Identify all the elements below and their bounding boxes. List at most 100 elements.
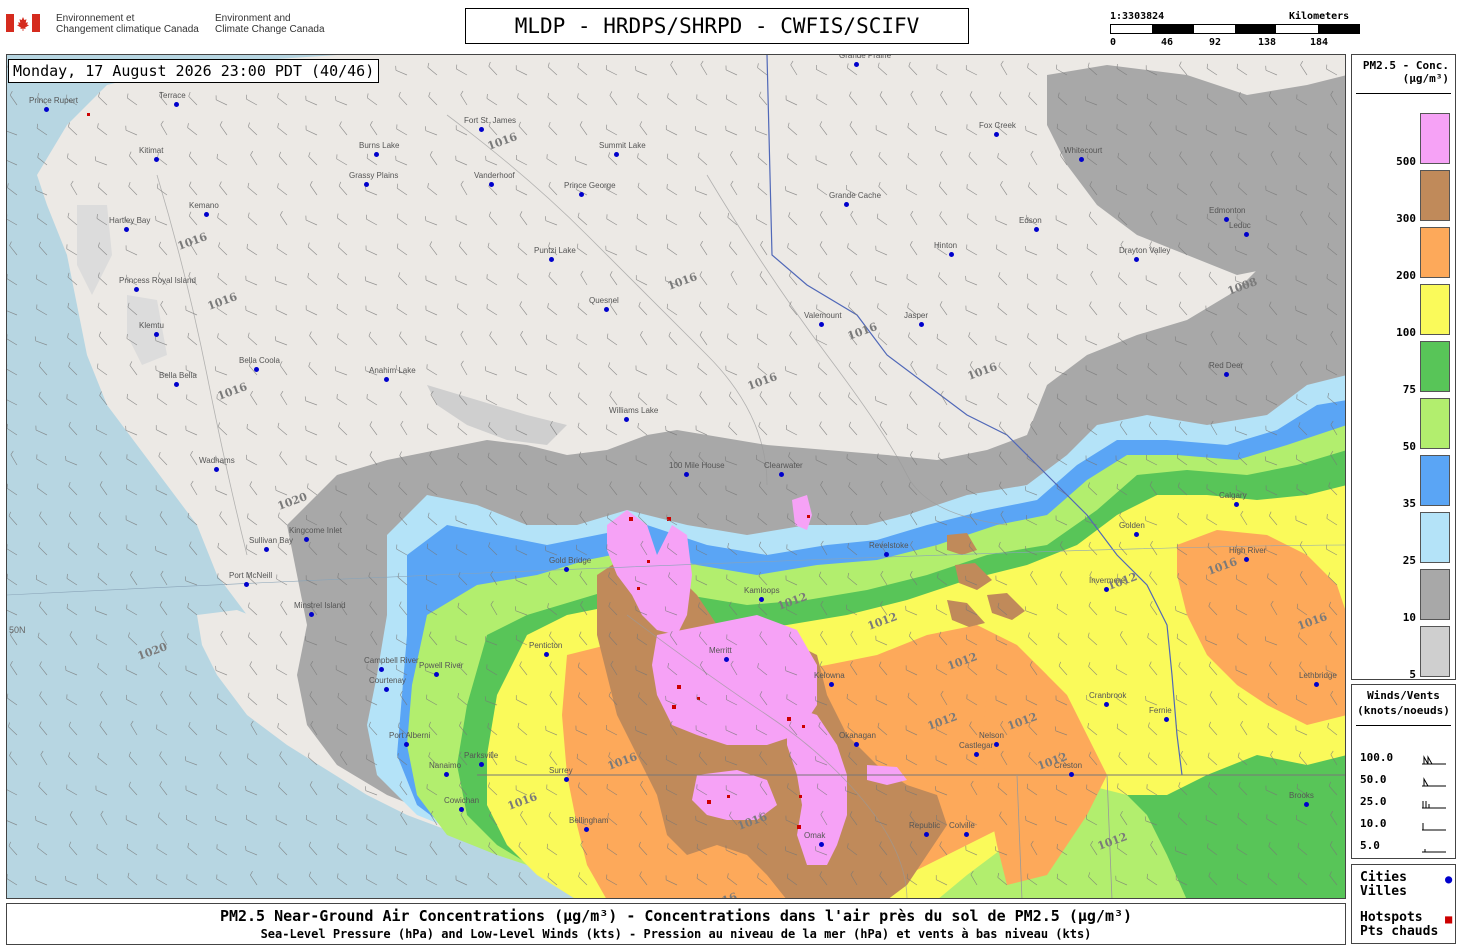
city-marker[interactable] bbox=[549, 257, 554, 262]
city-labels: Prince Rupert Terrace Kitimat Kemano Hartley… bbox=[7, 54, 1345, 898]
city-label: Kamloops bbox=[744, 586, 780, 595]
city-marker[interactable] bbox=[1104, 702, 1109, 707]
city-marker[interactable] bbox=[724, 657, 729, 662]
city-marker[interactable] bbox=[759, 597, 764, 602]
city-marker[interactable] bbox=[214, 467, 219, 472]
city-marker[interactable] bbox=[994, 132, 999, 137]
city-marker[interactable] bbox=[964, 832, 969, 837]
city-marker[interactable] bbox=[309, 612, 314, 617]
city-label: Clearwater bbox=[764, 461, 803, 470]
city-marker[interactable] bbox=[544, 652, 549, 657]
city-label: Campbell River bbox=[364, 656, 419, 665]
city-marker[interactable] bbox=[819, 322, 824, 327]
city-label: Powell River bbox=[419, 661, 464, 670]
city-marker[interactable] bbox=[974, 752, 979, 757]
city-marker[interactable] bbox=[154, 157, 159, 162]
city-marker[interactable] bbox=[244, 582, 249, 587]
city-marker[interactable] bbox=[404, 742, 409, 747]
city-marker[interactable] bbox=[854, 62, 859, 67]
city-marker[interactable] bbox=[1134, 532, 1139, 537]
city-label: Puntzi Lake bbox=[534, 246, 576, 255]
city-marker[interactable] bbox=[919, 322, 924, 327]
city-marker[interactable] bbox=[884, 552, 889, 557]
city-label: Fox Creek bbox=[979, 121, 1016, 130]
city-marker[interactable] bbox=[174, 382, 179, 387]
city-marker[interactable] bbox=[949, 252, 954, 257]
city-marker[interactable] bbox=[1234, 502, 1239, 507]
city-marker[interactable] bbox=[1304, 802, 1309, 807]
city-label: Kingcome Inlet bbox=[289, 526, 342, 535]
city-marker[interactable] bbox=[459, 807, 464, 812]
city-marker[interactable] bbox=[1244, 557, 1249, 562]
city-marker[interactable] bbox=[124, 227, 129, 232]
city-label: Grande Prairie bbox=[839, 54, 892, 60]
city-marker[interactable] bbox=[384, 687, 389, 692]
legend-swatch bbox=[1420, 170, 1450, 221]
city-marker[interactable] bbox=[174, 102, 179, 107]
city-marker[interactable] bbox=[374, 152, 379, 157]
city-marker[interactable] bbox=[154, 332, 159, 337]
city-marker[interactable] bbox=[844, 202, 849, 207]
city-marker[interactable] bbox=[624, 417, 629, 422]
city-label: Fernie bbox=[1149, 706, 1172, 715]
city-marker[interactable] bbox=[1069, 772, 1074, 777]
city-marker[interactable] bbox=[384, 377, 389, 382]
city-marker[interactable] bbox=[1314, 682, 1319, 687]
city-marker[interactable] bbox=[564, 777, 569, 782]
city-marker[interactable] bbox=[204, 212, 209, 217]
isobar-label: 1016 bbox=[215, 380, 249, 403]
city-marker[interactable] bbox=[604, 307, 609, 312]
legend-swatch bbox=[1420, 227, 1450, 278]
city-marker[interactable] bbox=[614, 152, 619, 157]
city-label: Drayton Valley bbox=[1119, 246, 1171, 255]
isobar-label: 1012 bbox=[1105, 570, 1139, 593]
legend-bin-label: 75 bbox=[1402, 383, 1416, 396]
legend-bin-label: 200 bbox=[1396, 269, 1416, 282]
city-marker[interactable] bbox=[819, 842, 824, 847]
agency-name-en: Environment and Climate Change Canada bbox=[215, 13, 325, 35]
city-marker[interactable] bbox=[364, 182, 369, 187]
legend-bin-label: 10 bbox=[1402, 611, 1416, 624]
city-marker[interactable] bbox=[44, 107, 49, 112]
city-marker[interactable] bbox=[134, 287, 139, 292]
city-label: Grassy Plains bbox=[349, 171, 399, 180]
isobar-label: 1020 bbox=[275, 490, 309, 513]
city-marker[interactable] bbox=[1164, 717, 1169, 722]
city-marker[interactable] bbox=[434, 672, 439, 677]
city-marker[interactable] bbox=[254, 367, 259, 372]
city-marker[interactable] bbox=[854, 742, 859, 747]
city-marker[interactable] bbox=[489, 182, 494, 187]
city-marker[interactable] bbox=[779, 472, 784, 477]
smoke-map[interactable]: Prince Rupert Terrace Kitimat Kemano Hartley… bbox=[6, 54, 1346, 899]
city-marker[interactable] bbox=[1034, 227, 1039, 232]
city-marker[interactable] bbox=[584, 827, 589, 832]
city-label: Cowichan bbox=[444, 796, 480, 805]
city-label: Gold Bridge bbox=[549, 556, 592, 565]
city-label: Calgary bbox=[1219, 491, 1247, 500]
city-marker[interactable] bbox=[564, 567, 569, 572]
city-marker[interactable] bbox=[829, 682, 834, 687]
isobar-label: 1016 bbox=[665, 270, 699, 293]
city-marker[interactable] bbox=[579, 192, 584, 197]
city-marker[interactable] bbox=[684, 472, 689, 477]
city-marker[interactable] bbox=[479, 762, 484, 767]
city-marker[interactable] bbox=[1079, 157, 1084, 162]
city-marker[interactable] bbox=[1244, 232, 1249, 237]
city-label: Valemount bbox=[804, 311, 842, 320]
isobar-label: 1016 bbox=[485, 130, 519, 153]
city-marker[interactable] bbox=[304, 537, 309, 542]
city-marker[interactable] bbox=[479, 127, 484, 132]
city-marker[interactable] bbox=[264, 547, 269, 552]
points-legend: Cities Villes ● Hotspots Pts chauds ■ bbox=[1351, 864, 1456, 944]
city-marker[interactable] bbox=[379, 667, 384, 672]
city-marker[interactable] bbox=[924, 832, 929, 837]
city-marker[interactable] bbox=[994, 742, 999, 747]
city-marker[interactable] bbox=[444, 772, 449, 777]
city-label: Sullivan Bay bbox=[249, 536, 294, 545]
city-marker[interactable] bbox=[1134, 257, 1139, 262]
city-marker[interactable] bbox=[1224, 372, 1229, 377]
scale-tick: 138 bbox=[1258, 37, 1277, 48]
legend-bin-label: 500 bbox=[1396, 155, 1416, 168]
agency-name-fr: Environnement et Changement climatique C… bbox=[56, 13, 199, 35]
city-label: Surrey bbox=[549, 766, 573, 775]
